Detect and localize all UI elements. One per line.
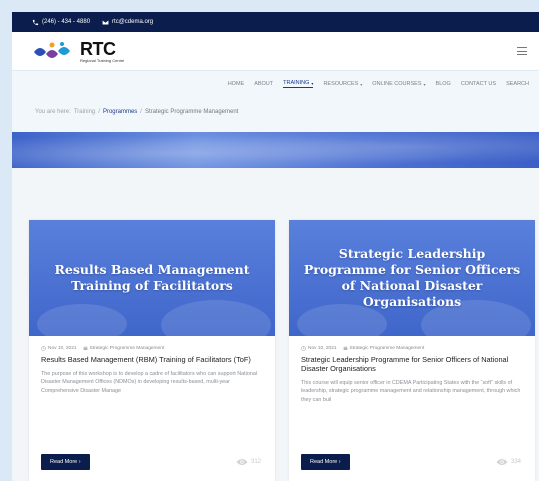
card-title[interactable]: Strategic Leadership Programme for Senio… xyxy=(301,355,523,374)
eye-icon xyxy=(236,459,248,465)
read-more-button[interactable]: Read More › xyxy=(301,454,350,470)
card-category-text: Strategic Programme Management xyxy=(89,346,165,351)
content-area: Results Based Management Training of Fac… xyxy=(12,168,539,481)
nav-online-courses-label: ONLINE COURSES xyxy=(372,81,422,87)
nav-resources-label: RESOURCES xyxy=(323,81,359,87)
nav-search-label: SEARCH xyxy=(506,81,529,87)
phone-contact[interactable]: (246) - 434 - 4880 xyxy=(32,19,90,26)
hero-banner xyxy=(12,132,539,168)
envelope-icon xyxy=(102,19,109,25)
clock-icon xyxy=(301,346,306,351)
card-image-title: Strategic Leadership Programme for Senio… xyxy=(303,246,521,309)
nav-about[interactable]: ABOUT xyxy=(254,81,273,87)
card-excerpt: The purpose of this workshop is to devel… xyxy=(41,370,258,394)
card-category-text: Strategic Programme Management xyxy=(349,346,425,351)
card-date: Nov 10, 2021 xyxy=(41,346,77,351)
card-body: Nov 10, 2021 Strategic Programme Managem… xyxy=(289,336,535,404)
card-body: Nov 10, 2021 Strategic Programme Managem… xyxy=(29,336,275,395)
email-contact[interactable]: rtc@cdema.org xyxy=(102,19,153,26)
logo-wordmark: RTC xyxy=(80,38,116,59)
nav-home[interactable]: HOME xyxy=(228,81,245,87)
phone-icon xyxy=(32,19,39,25)
card-excerpt: This course will equip senior officer in… xyxy=(301,379,521,403)
chevron-down-icon: ▾ xyxy=(423,81,426,87)
card-category[interactable]: Strategic Programme Management xyxy=(83,346,165,351)
view-count: 334 xyxy=(496,458,521,466)
phone-text: (246) - 434 - 4880 xyxy=(42,19,91,25)
card-footer: Read More › 334 xyxy=(301,454,521,470)
breadcrumb: You are here: Training / Programmes / St… xyxy=(12,97,539,115)
nav-online-courses[interactable]: ONLINE COURSES ▾ xyxy=(372,81,425,87)
nav-contact[interactable]: CONTACT US xyxy=(461,81,496,87)
nav-home-label: HOME xyxy=(227,81,245,87)
site-logo[interactable]: RTC Regional Training Centre xyxy=(32,40,124,63)
list-icon xyxy=(343,346,347,350)
chevron-down-icon: ▾ xyxy=(360,81,363,87)
nav-about-label: ABOUT xyxy=(254,81,274,87)
breadcrumb-training[interactable]: Training xyxy=(74,109,95,115)
breadcrumb-separator: / xyxy=(140,109,142,115)
nav-resources[interactable]: RESOURCES ▾ xyxy=(323,81,362,87)
card-image-title: Results Based Management Training of Fac… xyxy=(54,262,250,293)
site-header: RTC Regional Training Centre xyxy=(12,32,539,70)
breadcrumb-separator: / xyxy=(98,109,100,115)
eye-icon xyxy=(496,459,508,465)
card-meta: Nov 10, 2021 Strategic Programme Managem… xyxy=(301,346,523,351)
card-footer: Read More › 312 xyxy=(41,454,261,470)
card-date: Nov 10, 2021 xyxy=(301,346,337,351)
read-more-button[interactable]: Read More › xyxy=(41,454,90,470)
breadcrumb-current: Strategic Programme Management xyxy=(144,109,239,115)
nav-training[interactable]: TRAINING ▾ xyxy=(283,80,314,88)
rtc-logo-icon xyxy=(34,42,70,58)
logo-subtitle: Regional Training Centre xyxy=(80,57,125,63)
programme-card: Results Based Management Training of Fac… xyxy=(29,220,275,481)
logo-text: RTC Regional Training Centre xyxy=(80,40,124,63)
nav-blog-label: BLOG xyxy=(435,81,451,87)
page: (246) - 434 - 4880 rtc@cdema.org RTC Reg… xyxy=(12,12,539,481)
nav-blog[interactable]: BLOG xyxy=(436,81,451,87)
view-count-text: 312 xyxy=(250,459,261,465)
breadcrumb-programmes[interactable]: Programmes xyxy=(103,109,137,115)
top-contact-bar: (246) - 434 - 4880 rtc@cdema.org xyxy=(12,12,539,32)
card-image[interactable]: Results Based Management Training of Fac… xyxy=(29,220,275,336)
nav-area: HOME ABOUT TRAINING ▾ RESOURCES ▾ ONLINE C… xyxy=(12,70,539,132)
nav-search[interactable]: SEARCH xyxy=(506,81,529,87)
view-count-text: 334 xyxy=(510,459,521,465)
card-image[interactable]: Strategic Leadership Programme for Senio… xyxy=(289,220,535,336)
card-meta: Nov 10, 2021 Strategic Programme Managem… xyxy=(41,346,263,351)
card-date-text: Nov 10, 2021 xyxy=(48,346,77,351)
card-category[interactable]: Strategic Programme Management xyxy=(343,346,425,351)
chevron-down-icon: ▾ xyxy=(311,80,314,86)
breadcrumb-prefix: You are here: xyxy=(35,109,71,115)
view-count: 312 xyxy=(236,458,261,466)
clock-icon xyxy=(41,346,46,351)
menu-toggle-icon[interactable] xyxy=(517,47,527,55)
list-icon xyxy=(83,346,87,350)
email-text: rtc@cdema.org xyxy=(112,19,154,25)
nav-contact-label: CONTACT US xyxy=(460,81,497,87)
nav-training-label: TRAINING xyxy=(283,80,310,86)
main-nav: HOME ABOUT TRAINING ▾ RESOURCES ▾ ONLINE C… xyxy=(12,71,539,97)
programme-card: Strategic Leadership Programme for Senio… xyxy=(289,220,535,481)
card-title[interactable]: Results Based Management (RBM) Training … xyxy=(41,355,263,365)
card-date-text: Nov 10, 2021 xyxy=(308,346,337,351)
